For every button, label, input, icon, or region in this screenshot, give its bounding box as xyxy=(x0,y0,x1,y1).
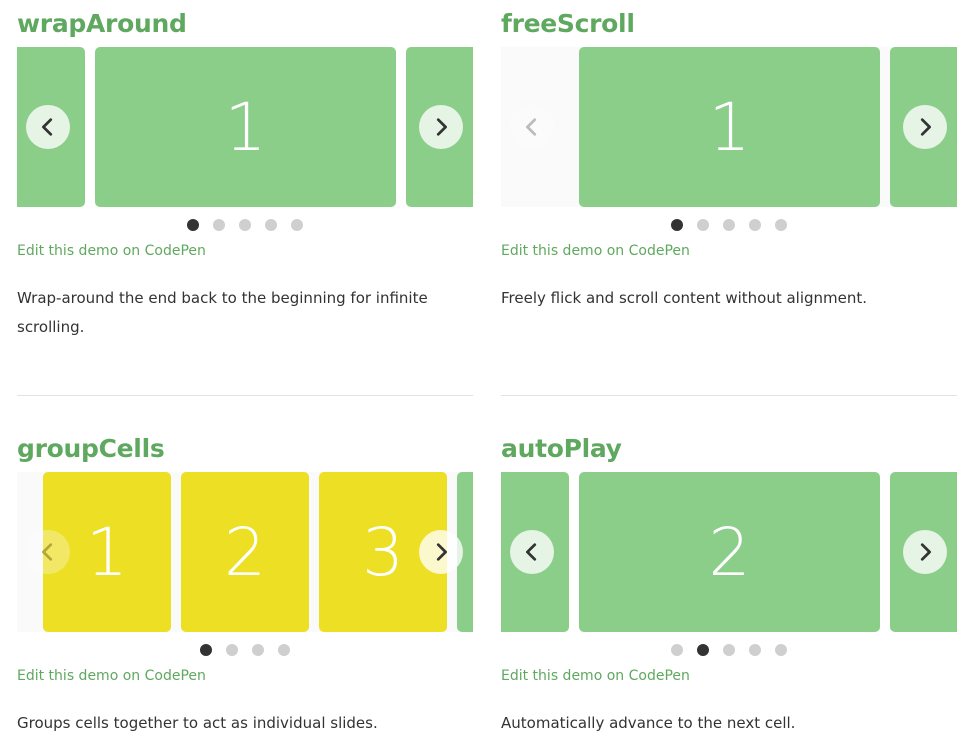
codepen-link[interactable]: Edit this demo on CodePen xyxy=(501,668,690,684)
chevron-right-icon xyxy=(436,543,447,561)
chevron-left-icon xyxy=(526,543,537,561)
divider xyxy=(501,395,957,396)
carousel-viewport[interactable]: 2 xyxy=(501,472,957,632)
demo-description: Automatically advance to the next cell. xyxy=(501,714,796,732)
demo-title: groupCells xyxy=(17,434,165,463)
page-dot-4[interactable] xyxy=(749,644,761,656)
next-button[interactable] xyxy=(903,105,947,149)
demo-description: Wrap-around the end back to the beginnin… xyxy=(17,289,428,336)
carousel-cell-selected: 1 xyxy=(579,47,880,207)
codepen-link[interactable]: Edit this demo on CodePen xyxy=(17,668,206,684)
page-dot-2[interactable] xyxy=(697,644,709,656)
page-dot-3[interactable] xyxy=(723,219,735,231)
previous-button[interactable] xyxy=(510,530,554,574)
chevron-left-icon xyxy=(42,543,53,561)
page-dot-2[interactable] xyxy=(226,644,238,656)
chevron-right-icon xyxy=(920,118,931,136)
demo-title: autoPlay xyxy=(501,434,622,463)
page-dots xyxy=(200,644,290,656)
page-dot-4[interactable] xyxy=(278,644,290,656)
page-dots xyxy=(671,219,787,231)
page-dot-5[interactable] xyxy=(775,219,787,231)
page-dot-1[interactable] xyxy=(671,219,683,231)
carousel-cell: 2 xyxy=(181,472,309,632)
next-button[interactable] xyxy=(419,530,463,574)
page-dot-3[interactable] xyxy=(723,644,735,656)
page-dots xyxy=(187,219,303,231)
codepen-link[interactable]: Edit this demo on CodePen xyxy=(17,243,206,259)
demo-description: Freely flick and scroll content without … xyxy=(501,289,868,307)
chevron-right-icon xyxy=(436,118,447,136)
page-dot-2[interactable] xyxy=(697,219,709,231)
previous-button[interactable] xyxy=(26,530,70,574)
demo-title: wrapAround xyxy=(17,9,187,38)
page-dot-1[interactable] xyxy=(671,644,683,656)
demo-title: freeScroll xyxy=(501,9,635,38)
chevron-right-icon xyxy=(920,543,931,561)
carousel-cell-selected: 2 xyxy=(579,472,880,632)
codepen-link[interactable]: Edit this demo on CodePen xyxy=(501,243,690,259)
next-button[interactable] xyxy=(419,105,463,149)
previous-button[interactable] xyxy=(26,105,70,149)
page-dot-3[interactable] xyxy=(252,644,264,656)
page-dot-3[interactable] xyxy=(239,219,251,231)
chevron-left-icon xyxy=(526,118,537,136)
next-button[interactable] xyxy=(903,530,947,574)
carousel-cell-selected: 1 xyxy=(95,47,396,207)
page-dots xyxy=(671,644,787,656)
page-dot-5[interactable] xyxy=(291,219,303,231)
page-dot-4[interactable] xyxy=(749,219,761,231)
carousel-viewport[interactable]: 1 xyxy=(501,47,957,207)
divider xyxy=(17,395,473,396)
demo-description: Groups cells together to act as individu… xyxy=(17,714,378,732)
chevron-left-icon xyxy=(42,118,53,136)
page-dot-1[interactable] xyxy=(200,644,212,656)
carousel-viewport[interactable]: 1 xyxy=(17,47,473,207)
page-dot-2[interactable] xyxy=(213,219,225,231)
previous-button[interactable] xyxy=(510,105,554,149)
page-dot-4[interactable] xyxy=(265,219,277,231)
page-dot-1[interactable] xyxy=(187,219,199,231)
page-dot-5[interactable] xyxy=(775,644,787,656)
carousel-viewport[interactable]: 1 2 3 xyxy=(17,472,473,632)
